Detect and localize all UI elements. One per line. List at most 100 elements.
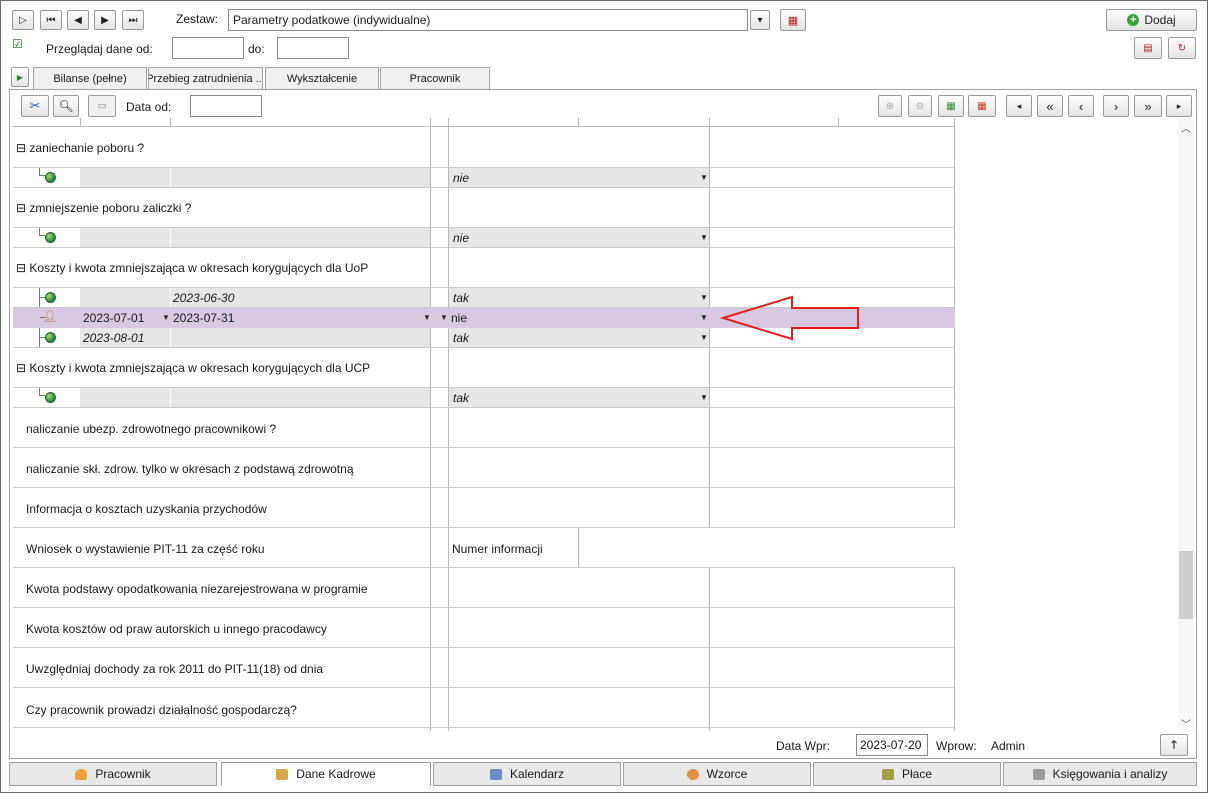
group-zaniechanie[interactable]: ⊟ zaniechanie poboru ? <box>13 128 955 168</box>
first-record-button[interactable]: ▷ <box>12 10 34 30</box>
date-to-cell[interactable]: 2023-07-31 <box>173 311 234 325</box>
grid-first-button[interactable]: ◂ <box>1006 95 1032 117</box>
globe-icon <box>45 392 56 403</box>
prev-button[interactable]: ◀ <box>67 10 89 30</box>
group-label: ⊟ zaniechanie poboru ? <box>16 141 145 155</box>
ledger-icon <box>1032 768 1045 780</box>
keyboard-button[interactable]: ▭ <box>88 95 116 117</box>
grid-fast-forward-button[interactable]: » <box>1134 95 1162 117</box>
date-to-input[interactable] <box>277 37 349 59</box>
import-button[interactable]: ▦ <box>968 95 996 117</box>
table-row[interactable]: nie ▼ <box>13 168 955 188</box>
date-from-input[interactable] <box>172 37 244 59</box>
chevron-down-icon[interactable]: ▼ <box>700 233 708 242</box>
grid-last-button[interactable]: ▸ <box>1166 95 1192 117</box>
group-zmniejszenie[interactable]: ⊟ zmniejszenie poboru zaliczki ? <box>13 188 955 228</box>
export-button[interactable]: ▦ <box>938 95 964 117</box>
cell-value[interactable]: nie <box>453 171 469 185</box>
tools-button[interactable]: ✂ <box>21 95 49 117</box>
date-to-cell[interactable]: 2023-06-30 <box>173 291 234 305</box>
first-button[interactable]: ⏮ <box>40 10 62 30</box>
import-icon: ▦ <box>977 100 987 112</box>
zestaw-settings-button[interactable]: ▦ <box>780 9 806 31</box>
parameters-grid: ⊟ zaniechanie poboru ? nie ▼ ⊟ zmniejsze… <box>13 118 955 731</box>
bottom-tab-ksiegowania[interactable]: Księgowania i analizy <box>1003 762 1197 786</box>
dodaj-button[interactable]: + Dodaj <box>1106 9 1197 31</box>
cell-value[interactable]: nie <box>451 311 467 325</box>
red-arrow-annotation <box>720 295 859 341</box>
table-row[interactable]: nie ▼ <box>13 228 955 248</box>
param-row[interactable]: Kwota kosztów od praw autorskich u inneg… <box>13 608 955 648</box>
do-label: do: <box>248 42 265 56</box>
scroll-top-button[interactable]: 🡑 <box>1160 734 1188 756</box>
grid-next-button[interactable]: › <box>1103 95 1129 117</box>
add-row-button[interactable]: ⊕ <box>878 95 902 117</box>
tabs-play-button[interactable]: ▶ <box>11 67 29 87</box>
wprow-value: Admin <box>991 739 1026 753</box>
param-row[interactable]: Wniosek o wystawienie PIT-11 za część ro… <box>13 528 955 568</box>
chevron-down-icon[interactable]: ▼ <box>700 173 708 182</box>
plus-circle-icon: + <box>1127 14 1140 26</box>
chevron-down-icon[interactable]: ▼ <box>440 313 448 322</box>
zestaw-label: Zestaw: <box>176 12 219 26</box>
bottom-tab-dane-kadrowe[interactable]: Dane Kadrowe <box>221 762 431 786</box>
remove-row-button[interactable]: ⊖ <box>908 95 932 117</box>
przegladaj-label: Przeglądaj dane od: <box>46 42 153 56</box>
zestaw-dropdown-button[interactable]: ▾ <box>750 10 770 30</box>
bottom-tab-kalendarz[interactable]: Kalendarz <box>433 762 621 786</box>
bottom-tab-pracownik[interactable]: Pracownik <box>9 762 217 786</box>
group-koszty-uop[interactable]: ⊟ Koszty i kwota zmniejszająca w okresac… <box>13 248 955 288</box>
group-koszty-ucp[interactable]: ⊟ Koszty i kwota zmniejszająca w okresac… <box>13 348 955 388</box>
bottom-tab-wzorce[interactable]: Wzorce <box>623 762 811 786</box>
date-from-cell[interactable]: 2023-07-01 <box>83 311 144 325</box>
chevron-down-icon[interactable]: ▼ <box>700 313 708 322</box>
param-row[interactable]: naliczanie skł. zdrow. tylko w okresach … <box>13 448 955 488</box>
scroll-down-icon[interactable]: ﹀ <box>1181 716 1191 731</box>
param-row[interactable]: Kwota podstawy opodatkowania niezarejest… <box>13 568 955 608</box>
bottom-tab-place[interactable]: Płace <box>813 762 1001 786</box>
chevron-down-icon[interactable]: ▼ <box>700 333 708 342</box>
data-od-input[interactable] <box>190 95 262 117</box>
cell-value[interactable]: nie <box>453 231 469 245</box>
tab-przebieg-zatrudnienia[interactable]: Przebieg zatrudnienia ... <box>148 67 263 89</box>
refresh-button[interactable]: ↻ <box>1168 37 1196 59</box>
group-label: ⊟ Koszty i kwota zmniejszająca w okresac… <box>16 361 371 375</box>
cell-value[interactable]: tak <box>453 331 469 345</box>
tab-wyksztalcenie[interactable]: Wykształcenie <box>265 67 379 89</box>
data-wpr-field: 2023-07-20 <box>856 734 928 756</box>
last-button[interactable]: ⏭ <box>122 10 144 30</box>
grid-fast-back-button[interactable]: « <box>1037 95 1063 117</box>
tab-pracownik[interactable]: Pracownik <box>380 67 490 89</box>
date-from-cell[interactable]: 2023-08-01 <box>83 331 144 345</box>
param-row[interactable]: Informacja o kosztach uzyskania przychod… <box>13 488 955 528</box>
scroll-up-icon[interactable]: ︿ <box>1181 120 1191 135</box>
chevron-down-icon[interactable]: ▼ <box>700 393 708 402</box>
group-label: ⊟ Koszty i kwota zmniejszająca w okresac… <box>16 261 369 275</box>
wprow-label: Wprow: <box>936 739 977 753</box>
export-icon: ▦ <box>946 100 956 112</box>
cell-value[interactable]: tak <box>453 391 469 405</box>
chevron-down-icon[interactable]: ▼ <box>162 313 170 322</box>
table-row[interactable]: tak ▼ <box>13 388 955 408</box>
param-row[interactable]: naliczanie ubezp. zdrowotnego pracowniko… <box>13 408 955 448</box>
cell-value[interactable]: tak <box>453 291 469 305</box>
chevron-down-icon[interactable]: ▼ <box>700 293 708 302</box>
param-row[interactable]: Czy pracownik prowadzi działalność gospo… <box>13 688 955 728</box>
grid-prev-button[interactable]: ‹ <box>1068 95 1094 117</box>
person-icon: 👤︎ <box>43 311 57 323</box>
minus-circle-icon: ⊖ <box>915 100 925 112</box>
checkbox-edit-icon[interactable]: ☑ <box>12 37 23 51</box>
search-icon: 🔍︎ <box>58 99 74 113</box>
numer-informacji-label: Numer informacji <box>452 542 543 556</box>
tab-bilanse[interactable]: Bilanse (pełne) <box>33 67 147 89</box>
chevron-down-icon[interactable]: ▼ <box>423 313 431 322</box>
money-icon <box>881 768 894 780</box>
next-button[interactable]: ▶ <box>94 10 116 30</box>
report-icon: ▤ <box>1143 42 1153 54</box>
search-button[interactable]: 🔍︎ <box>53 95 79 117</box>
scrollbar-thumb[interactable] <box>1179 551 1193 619</box>
vertical-scrollbar[interactable]: ︿ ﹀ <box>1178 118 1194 731</box>
report-button[interactable]: ▤ <box>1134 37 1162 59</box>
zestaw-select[interactable]: Parametry podatkowe (indywidualne) <box>228 9 748 31</box>
param-row[interactable]: Uwzględniaj dochody za rok 2011 do PIT-1… <box>13 648 955 688</box>
